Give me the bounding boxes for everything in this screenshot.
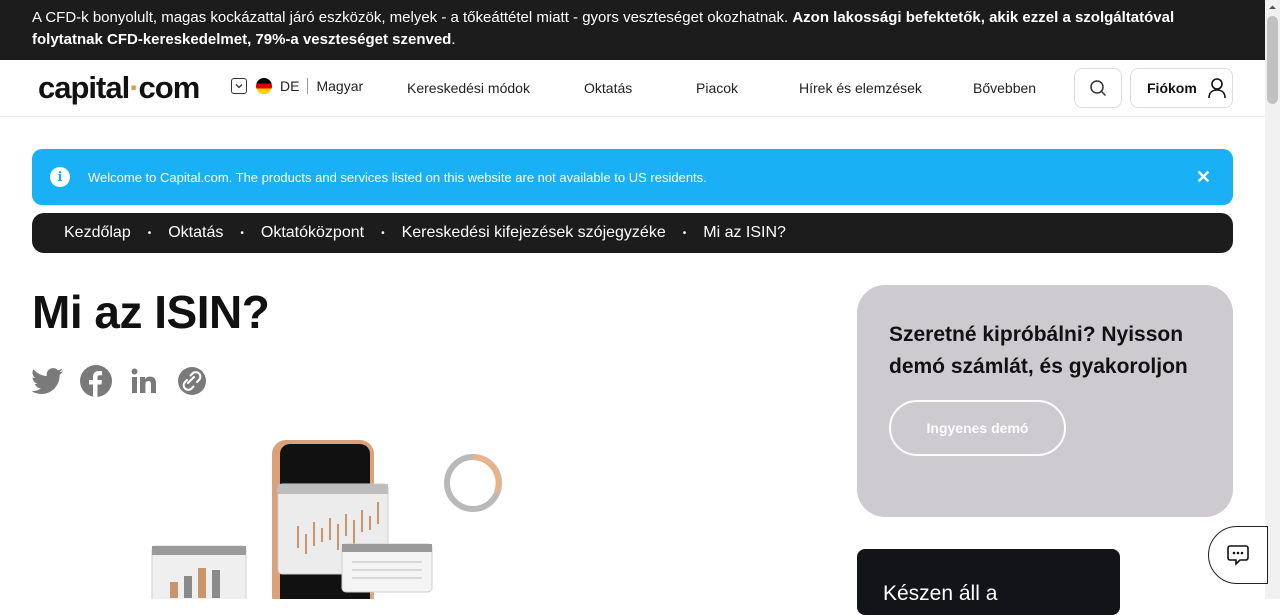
breadcrumb-item-learning-center[interactable]: Oktatóközpont — [261, 224, 364, 242]
capital-logo[interactable]: capital·com — [38, 70, 201, 106]
account-label: Fiókom — [1147, 80, 1197, 96]
scrollbar-thumb[interactable] — [1267, 16, 1278, 104]
account-button[interactable]: Fiókom — [1130, 68, 1233, 108]
close-icon[interactable]: ✕ — [1196, 167, 1211, 188]
info-icon: i — [50, 167, 70, 187]
breadcrumb-separator: • — [147, 227, 152, 239]
page-title: Mi az ISIN? — [32, 286, 270, 338]
nav-item-trading-modes[interactable]: Kereskedési módok — [407, 80, 530, 96]
free-demo-button[interactable]: Ingyenes demó — [889, 400, 1066, 456]
site-header: capital·com DE Magyar Kereskedési módok … — [0, 60, 1265, 117]
breadcrumb: Kezdőlap • Oktatás • Oktatóközpont • Ker… — [32, 213, 1233, 253]
country-code: DE — [280, 78, 300, 94]
breadcrumb-item-glossary[interactable]: Kereskedési kifejezések szójegyzéke — [402, 224, 666, 242]
language-divider — [307, 78, 309, 94]
hero-illustration — [140, 430, 520, 614]
nav-item-news[interactable]: Hírek és elemzések — [799, 80, 922, 96]
twitter-icon[interactable] — [32, 365, 64, 397]
nav-item-more[interactable]: Bővebben — [973, 80, 1036, 96]
share-bar — [32, 365, 224, 397]
page-scrollbar[interactable] — [1265, 0, 1280, 599]
nav-item-education[interactable]: Oktatás — [584, 80, 632, 96]
breadcrumb-item-home[interactable]: Kezdőlap — [64, 224, 131, 242]
user-icon — [1207, 78, 1226, 99]
cta-dark-card: Készen áll a — [857, 549, 1120, 615]
scroll-up-icon[interactable] — [1265, 0, 1280, 15]
germany-flag-icon — [256, 78, 272, 94]
breadcrumb-separator: • — [682, 227, 687, 239]
chat-button[interactable] — [1208, 526, 1268, 584]
logo-text-left: capital — [38, 70, 130, 105]
demo-promo-card: Szeretné kipróbálni? Nyisson demó számlá… — [857, 285, 1233, 517]
linkedin-icon[interactable] — [128, 365, 160, 397]
logo-text-right: com — [138, 70, 201, 105]
logo-dot: · — [129, 70, 139, 105]
risk-warning-banner: A CFD-k bonyolult, magas kockázattal jár… — [0, 0, 1265, 60]
dark-card-text: Készen áll a — [883, 582, 998, 605]
us-residents-notice: i Welcome to Capital.com. The products a… — [32, 149, 1233, 205]
nav-item-markets[interactable]: Piacok — [696, 80, 738, 96]
breadcrumb-item-current: Mi az ISIN? — [703, 224, 786, 241]
chat-icon — [1227, 545, 1249, 566]
risk-warning-text: A CFD-k bonyolult, magas kockázattal jár… — [32, 9, 793, 26]
notice-text: Welcome to Capital.com. The products and… — [88, 169, 707, 185]
breadcrumb-separator: • — [381, 227, 385, 239]
promo-heading: Szeretné kipróbálni? Nyisson demó számlá… — [889, 323, 1188, 378]
language-label: Magyar — [316, 78, 364, 94]
language-selector[interactable]: DE Magyar — [231, 78, 363, 94]
link-icon[interactable] — [176, 365, 208, 397]
risk-warning-end: . — [451, 31, 456, 48]
breadcrumb-item-education[interactable]: Oktatás — [168, 224, 223, 242]
search-button[interactable] — [1074, 68, 1122, 108]
chevron-down-icon[interactable] — [231, 78, 247, 94]
facebook-icon[interactable] — [80, 365, 112, 397]
search-icon — [1090, 80, 1107, 97]
breadcrumb-separator: • — [240, 227, 244, 239]
